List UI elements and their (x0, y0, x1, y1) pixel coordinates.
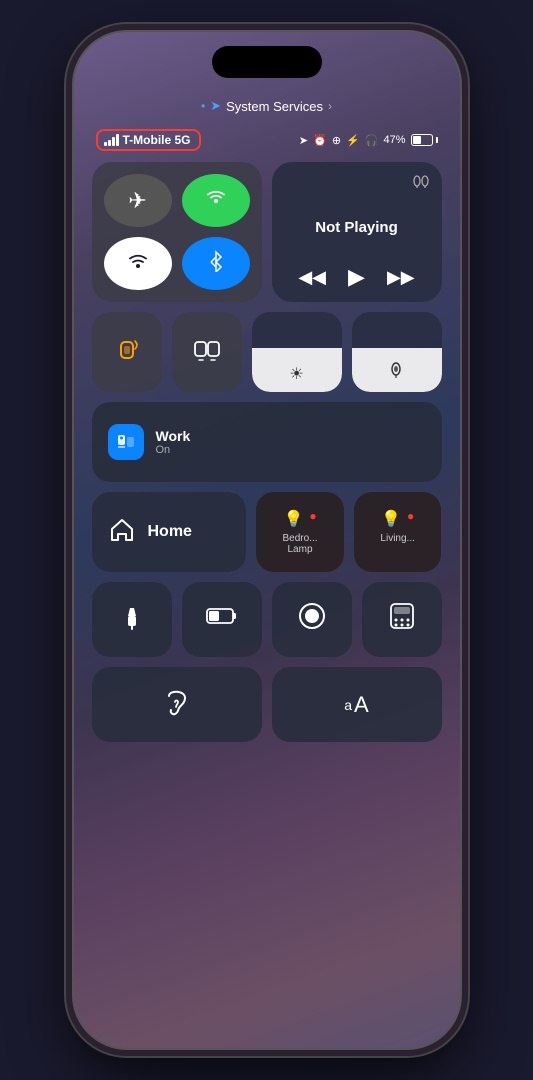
airplane-mode-button[interactable]: ✈ (104, 174, 172, 227)
media-top (284, 174, 430, 191)
battery-charge-icon: ⚡ (346, 134, 360, 147)
signal-bar-4 (116, 134, 119, 146)
signal-bar-1 (104, 142, 107, 146)
signal-bar-2 (108, 140, 111, 146)
focus-icon (108, 424, 144, 460)
bedroom-lamp-icons: 💡 ● (283, 509, 316, 529)
focus-sublabel: On (156, 444, 191, 456)
signal-bar-3 (112, 137, 115, 146)
carrier-left: T-Mobile 5G (96, 129, 201, 151)
carrier-name: T-Mobile 5G (123, 133, 191, 147)
play-button[interactable]: ▶ (348, 264, 365, 290)
orientation-lock-button[interactable] (92, 312, 162, 392)
living-bulb-icon: 💡 (381, 509, 401, 529)
row2: ☀ (92, 312, 442, 392)
bedroom-lamp-widget[interactable]: 💡 ● Bedro...Lamp (256, 492, 344, 572)
living-lamp-widget[interactable]: 💡 ● Living... (354, 492, 442, 572)
home-icon (108, 515, 136, 550)
status-bar: • ➤ System Services › (74, 92, 460, 120)
signal-bars (104, 134, 119, 146)
text-size-button[interactable]: a A (272, 667, 442, 742)
location2-icon: ⊕ (332, 134, 341, 147)
alarm-icon: ⏰ (313, 134, 327, 147)
mirror-icon (193, 338, 221, 367)
battery-util-icon (206, 605, 238, 634)
focus-text: Work On (156, 428, 191, 456)
screen-record-button[interactable] (272, 582, 352, 657)
airpods-icon (412, 174, 430, 191)
control-center: ✈ (92, 162, 442, 1008)
wifi-button[interactable] (104, 237, 172, 290)
media-controls: ◀◀ ▶ ▶▶ (284, 264, 430, 290)
battery-body (411, 134, 433, 146)
dynamic-island (212, 46, 322, 78)
wifi-icon (127, 250, 149, 278)
location-icon: • (201, 99, 205, 113)
fast-forward-button[interactable]: ▶▶ (387, 267, 415, 288)
bluetooth-button[interactable] (182, 237, 250, 290)
phone-frame: • ➤ System Services › T-Mobile 5G ➤ ⏰ ⊕ … (72, 30, 462, 1050)
home-widget[interactable]: Home (92, 492, 247, 572)
living-lamp-icons: 💡 ● (381, 509, 414, 529)
row1: ✈ (92, 162, 442, 302)
carrier-badge: T-Mobile 5G (96, 129, 201, 151)
lock-rotation-icon (113, 335, 141, 369)
battery-percent: 47% (383, 134, 405, 146)
ear-icon (163, 684, 191, 725)
rewind-button[interactable]: ◀◀ (298, 267, 326, 288)
flashlight-button[interactable] (92, 582, 172, 657)
bulb-icon: 💡 (283, 509, 303, 529)
chevron-right-icon: › (328, 99, 332, 113)
battery-button[interactable] (182, 582, 262, 657)
focus-label: Work (156, 428, 191, 444)
calculator-icon (389, 602, 415, 637)
calculator-button[interactable] (362, 582, 442, 657)
navigation-icon: ➤ (299, 134, 308, 147)
row3: Work On (92, 402, 442, 482)
battery-fill (413, 136, 421, 144)
battery-icon (411, 134, 438, 146)
hearing-button[interactable] (92, 667, 262, 742)
carrier-right: ➤ ⏰ ⊕ ⚡ 🎧 47% (299, 134, 438, 147)
cellular-button[interactable] (182, 174, 250, 227)
system-services-label: System Services (226, 99, 323, 114)
screen-mirror-button[interactable] (172, 312, 242, 392)
brightness-icon: ☀ (289, 364, 303, 384)
home-label: Home (148, 523, 192, 541)
network-widget[interactable]: ✈ (92, 162, 262, 302)
row4: Home 💡 ● Bedro...Lamp 💡 ● Living... (92, 492, 442, 572)
volume-slider[interactable] (352, 312, 442, 392)
bluetooth-icon (208, 250, 224, 278)
text-large-label: A (354, 692, 369, 718)
battery-tip (436, 137, 438, 143)
cellular-icon (205, 187, 227, 215)
media-title: Not Playing (284, 219, 430, 236)
media-widget[interactable]: Not Playing ◀◀ ▶ ▶▶ (272, 162, 442, 302)
airplane-icon: ✈ (128, 188, 146, 214)
focus-widget[interactable]: Work On (92, 402, 442, 482)
headphones-icon: 🎧 (365, 134, 379, 147)
location-arrow-icon: ➤ (210, 98, 221, 114)
carrier-bar: T-Mobile 5G ➤ ⏰ ⊕ ⚡ 🎧 47% (74, 128, 460, 152)
warning-icon: ● (309, 509, 316, 529)
record-icon (298, 602, 326, 637)
text-small-label: a (344, 697, 352, 713)
living-warning-icon: ● (407, 509, 414, 529)
brightness-slider[interactable]: ☀ (252, 312, 342, 392)
volume-icon (387, 359, 407, 384)
row6: a A (92, 667, 442, 742)
flashlight-icon (118, 602, 146, 637)
living-lamp-label: Living... (380, 533, 414, 555)
row5 (92, 582, 442, 657)
bedroom-lamp-label: Bedro...Lamp (283, 533, 318, 555)
